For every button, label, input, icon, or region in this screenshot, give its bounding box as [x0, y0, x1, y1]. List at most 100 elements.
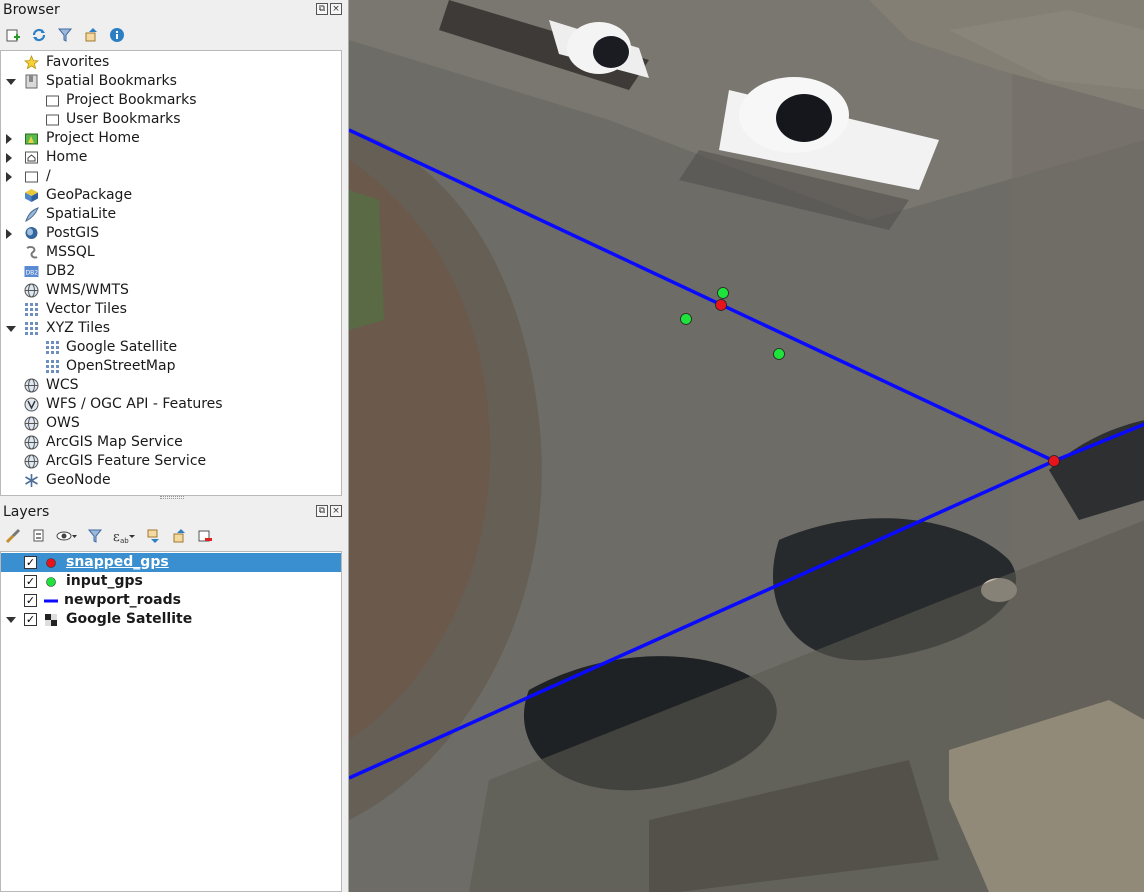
globe-icon: [24, 283, 39, 298]
db2-icon: DB2: [24, 264, 39, 279]
browser-item[interactable]: WMS/WMTS: [1, 281, 341, 300]
layer-visibility-checkbox[interactable]: ✓: [24, 594, 37, 607]
browser-item[interactable]: Spatial Bookmarks: [1, 72, 341, 91]
layer-item[interactable]: ✓ snapped_gps: [1, 553, 341, 572]
browser-item[interactable]: DB2 DB2: [1, 262, 341, 281]
grid-icon: [24, 321, 39, 336]
properties-button[interactable]: [107, 25, 127, 45]
star-icon: [24, 55, 39, 70]
browser-item[interactable]: Project Bookmarks: [1, 91, 341, 110]
layer-visibility-checkbox[interactable]: ✓: [24, 556, 37, 569]
vector-overlay: [349, 128, 1144, 780]
browser-item[interactable]: Google Satellite: [1, 338, 341, 357]
layers-tree[interactable]: ✓ snapped_gps ✓ input_gps ✓ newport_roads ✓ Goo…: [0, 551, 342, 892]
layer-item[interactable]: ✓ Google Satellite: [1, 610, 341, 629]
filter-button[interactable]: [55, 25, 75, 45]
folder-icon: [24, 169, 39, 184]
browser-item[interactable]: Project Home: [1, 129, 341, 148]
chevron-down-icon[interactable]: [6, 79, 16, 85]
layer-name: newport_roads: [64, 592, 181, 608]
browser-item[interactable]: OpenStreetMap: [1, 357, 341, 376]
browser-item-label: GeoPackage: [46, 187, 133, 203]
collapse-all-button[interactable]: [81, 25, 101, 45]
close-panel-button[interactable]: ×: [330, 505, 342, 517]
browser-tree[interactable]: Favorites Spatial Bookmarks Project Bookma…: [0, 50, 342, 496]
road-line: [349, 422, 1144, 780]
chevron-down-icon[interactable]: [6, 326, 16, 332]
collapse-all-layers-button[interactable]: [169, 526, 189, 546]
browser-item-label: DB2: [46, 263, 76, 279]
grid-icon: [45, 340, 60, 355]
browser-item[interactable]: Favorites: [1, 53, 341, 72]
browser-item[interactable]: ArcGIS Map Service: [1, 433, 341, 452]
browser-item[interactable]: MSSQL: [1, 243, 341, 262]
style-button[interactable]: [3, 526, 23, 546]
browser-item[interactable]: PostGIS: [1, 224, 341, 243]
layer-name: input_gps: [66, 573, 143, 589]
map-canvas[interactable]: [348, 0, 1144, 892]
bookmark-icon: [24, 74, 39, 89]
chevron-right-icon[interactable]: [6, 153, 12, 163]
browser-item[interactable]: Vector Tiles: [1, 300, 341, 319]
browser-item[interactable]: /: [1, 167, 341, 186]
browser-item[interactable]: Home: [1, 148, 341, 167]
layer-name: snapped_gps: [66, 554, 169, 570]
globe-icon: [24, 435, 39, 450]
browser-item[interactable]: User Bookmarks: [1, 110, 341, 129]
browser-item-label: /: [46, 168, 51, 184]
svg-text:ab: ab: [120, 537, 129, 544]
browser-item[interactable]: ArcGIS Feature Service: [1, 452, 341, 471]
browser-item-label: OWS: [46, 415, 80, 431]
filter-legend-button[interactable]: [85, 526, 105, 546]
close-panel-button[interactable]: ×: [330, 3, 342, 15]
float-panel-button[interactable]: ⧉: [316, 3, 328, 15]
snapped-gps-point: [1048, 455, 1060, 467]
browser-item-label: SpatiaLite: [46, 206, 117, 222]
input-gps-point: [717, 287, 729, 299]
chevron-right-icon[interactable]: [6, 229, 12, 239]
browser-item[interactable]: GeoPackage: [1, 186, 341, 205]
filter-icon: [87, 529, 103, 543]
browser-item[interactable]: SpatiaLite: [1, 205, 341, 224]
browser-item-label: OpenStreetMap: [66, 358, 176, 374]
layer-visibility-checkbox[interactable]: ✓: [24, 613, 37, 626]
visibility-button[interactable]: [55, 526, 79, 546]
layer-visibility-checkbox[interactable]: ✓: [24, 575, 37, 588]
browser-item[interactable]: OWS: [1, 414, 341, 433]
float-panel-button[interactable]: ⧉: [316, 505, 328, 517]
browser-item[interactable]: GeoNode: [1, 471, 341, 490]
browser-item[interactable]: WFS / OGC API - Features: [1, 395, 341, 414]
add-group-icon: [33, 529, 44, 542]
expression-icon: ε ab: [113, 530, 135, 544]
browser-item[interactable]: XYZ Tiles: [1, 319, 341, 338]
collapse-icon: [85, 28, 97, 42]
layers-panel-header: Layers ⧉ ×: [0, 502, 346, 524]
refresh-button[interactable]: [29, 25, 49, 45]
layers-toolbar: ε ab: [3, 523, 215, 549]
road-line: [349, 128, 1055, 463]
browser-panel-header: Browser ⧉ ×: [0, 0, 346, 22]
red-point-symbol-icon: [43, 553, 59, 572]
browser-item-label: Project Home: [46, 130, 140, 146]
add-group-button[interactable]: [29, 526, 49, 546]
browser-item-label: Spatial Bookmarks: [46, 73, 177, 89]
globe-icon: [24, 454, 39, 469]
mssql-icon: [24, 245, 39, 260]
expand-all-button[interactable]: [143, 526, 163, 546]
add-layer-button[interactable]: [3, 25, 23, 45]
layer-item[interactable]: ✓ newport_roads: [1, 591, 341, 610]
filter-icon: [57, 28, 73, 42]
chevron-right-icon[interactable]: [6, 172, 12, 182]
chevron-right-icon[interactable]: [6, 134, 12, 144]
chevron-down-icon[interactable]: [6, 617, 16, 623]
input-gps-point: [680, 313, 692, 325]
svg-text:ε: ε: [113, 530, 120, 544]
folder-icon: [45, 93, 60, 108]
filter-expression-button[interactable]: ε ab: [111, 526, 137, 546]
layer-item[interactable]: ✓ input_gps: [1, 572, 341, 591]
remove-layer-button[interactable]: [195, 526, 215, 546]
browser-item[interactable]: WCS: [1, 376, 341, 395]
browser-item-label: ArcGIS Map Service: [46, 434, 183, 450]
panel-splitter-handle[interactable]: [160, 496, 184, 499]
browser-item-label: User Bookmarks: [66, 111, 181, 127]
